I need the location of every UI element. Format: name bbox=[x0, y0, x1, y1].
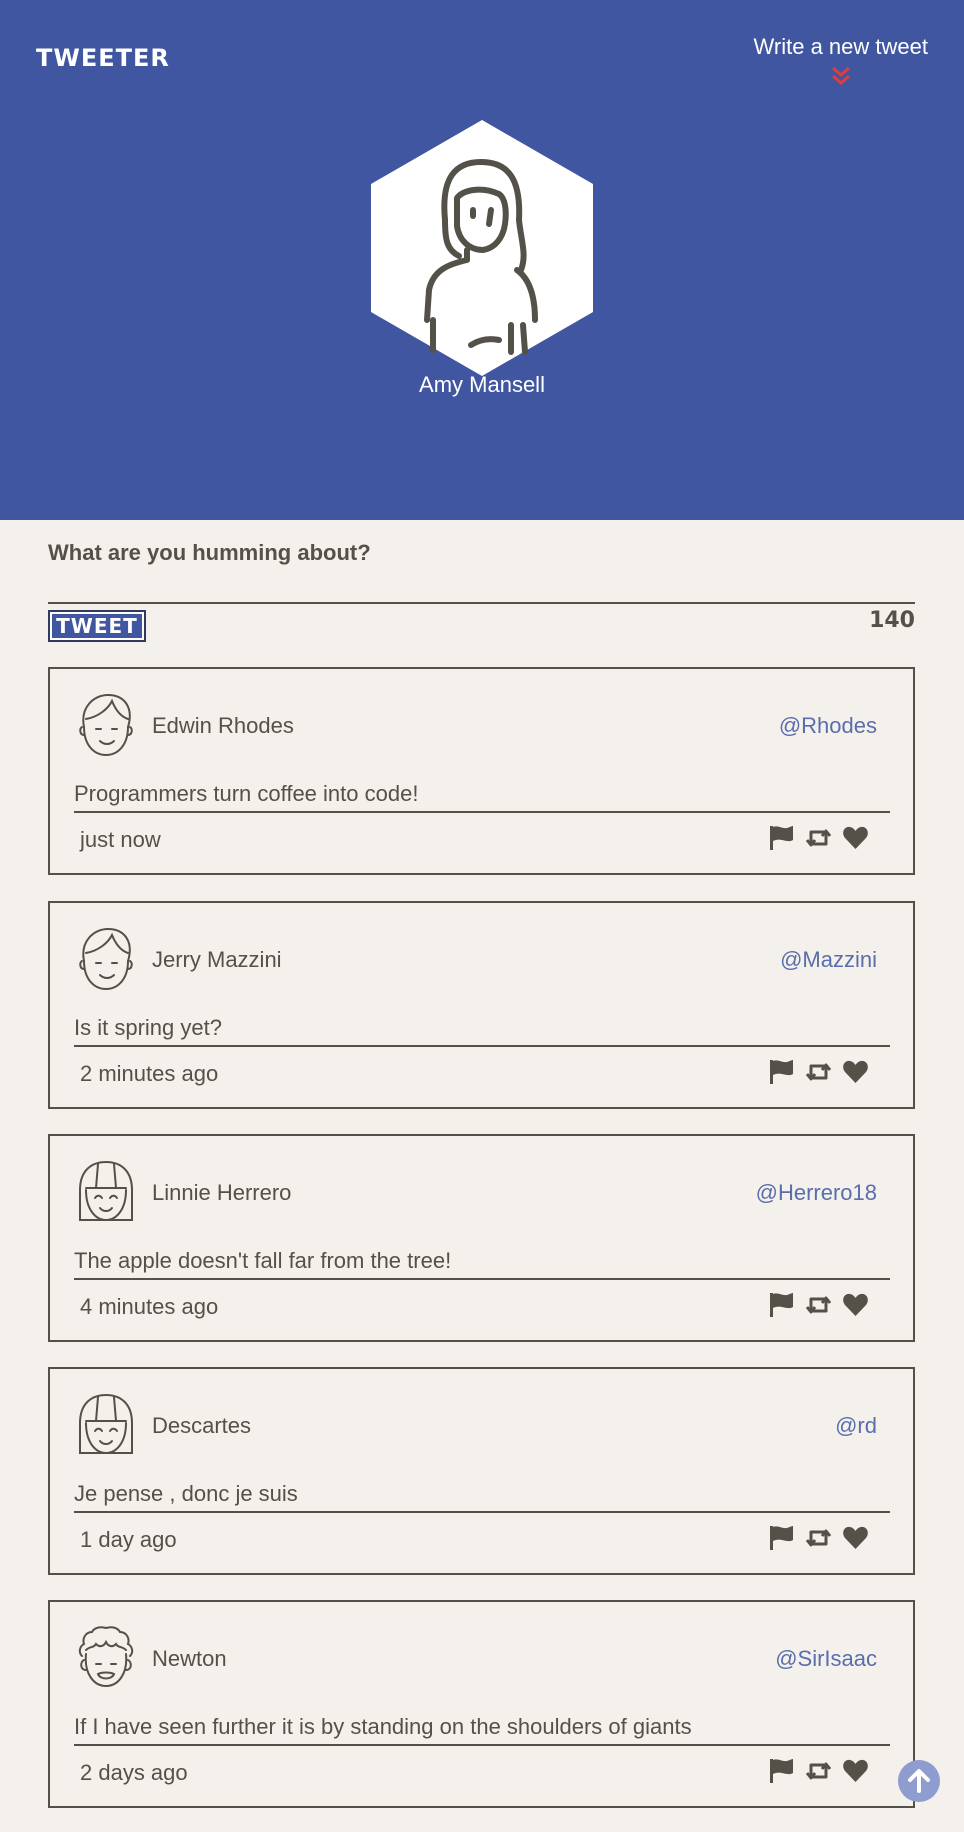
flag-icon[interactable] bbox=[768, 1758, 795, 1784]
retweet-icon[interactable] bbox=[805, 1292, 832, 1318]
heart-icon[interactable] bbox=[842, 1059, 869, 1085]
flag-icon[interactable] bbox=[768, 1525, 795, 1551]
heart-icon[interactable] bbox=[842, 1292, 869, 1318]
tweet-submit-button[interactable]: TWEET bbox=[48, 610, 146, 642]
heart-icon[interactable] bbox=[842, 825, 869, 851]
retweet-icon[interactable] bbox=[805, 1758, 832, 1784]
female-avatar-icon bbox=[371, 120, 593, 376]
tweet-timestamp: just now bbox=[80, 827, 161, 852]
flag-icon[interactable] bbox=[768, 825, 795, 851]
compose-question-label: What are you humming about? bbox=[48, 540, 371, 565]
tweet-timestamp: 2 minutes ago bbox=[80, 1061, 219, 1086]
tweet-author-handle[interactable]: @Mazzini bbox=[780, 947, 877, 973]
write-new-tweet-label[interactable]: Write a new tweet bbox=[754, 34, 928, 60]
curly-hair-face-icon bbox=[78, 1626, 134, 1688]
tweet-actions bbox=[768, 1059, 869, 1085]
retweet-icon[interactable] bbox=[805, 825, 832, 851]
profile-name: Amy Mansell bbox=[419, 372, 545, 397]
tweet-text: The apple doesn't fall far from the tree… bbox=[74, 1248, 890, 1280]
tweet-author-handle[interactable]: @Herrero18 bbox=[756, 1180, 877, 1206]
retweet-icon[interactable] bbox=[805, 1059, 832, 1085]
tweet-author-name: Newton bbox=[152, 1646, 227, 1671]
tweet-card: Edwin Rhodes @Rhodes Programmers turn co… bbox=[48, 667, 915, 875]
female-face-icon bbox=[79, 1393, 133, 1455]
tweet-card: Linnie Herrero @Herrero18 The apple does… bbox=[48, 1134, 915, 1342]
tweet-timestamp: 1 day ago bbox=[80, 1527, 177, 1552]
tweet-card: Newton @SirIsaac If I have seen further … bbox=[48, 1600, 915, 1808]
retweet-icon[interactable] bbox=[805, 1525, 832, 1551]
tweet-author-handle[interactable]: @rd bbox=[835, 1413, 877, 1439]
arrow-up-icon[interactable] bbox=[898, 1760, 940, 1802]
tweet-text: Je pense , donc je suis bbox=[74, 1481, 890, 1513]
flag-icon[interactable] bbox=[768, 1292, 795, 1318]
tweet-actions bbox=[768, 825, 869, 851]
tweet-input[interactable] bbox=[48, 572, 915, 604]
tweet-card: Jerry Mazzini @Mazzini Is it spring yet?… bbox=[48, 901, 915, 1109]
flag-icon[interactable] bbox=[768, 1059, 795, 1085]
heart-icon[interactable] bbox=[842, 1758, 869, 1784]
tweet-text: Is it spring yet? bbox=[74, 1015, 890, 1047]
write-new-tweet-toggle[interactable]: Write a new tweet bbox=[754, 34, 928, 86]
tweet-author-name: Linnie Herrero bbox=[152, 1180, 292, 1205]
tweet-card: Descartes @rd Je pense , donc je suis 1 … bbox=[48, 1367, 915, 1575]
tweet-actions bbox=[768, 1758, 869, 1784]
profile-avatar bbox=[371, 120, 593, 376]
character-counter: 140 bbox=[869, 608, 915, 633]
profile-header: TWEETER Write a new tweet Amy Mansell bbox=[0, 0, 964, 520]
compose-tweet-section: What are you humming about? TWEET 140 bbox=[48, 540, 915, 642]
tweet-author-name: Edwin Rhodes bbox=[152, 713, 294, 738]
heart-icon[interactable] bbox=[842, 1525, 869, 1551]
tweet-author-name: Descartes bbox=[152, 1413, 252, 1438]
tweet-timestamp: 4 minutes ago bbox=[80, 1294, 219, 1319]
female-face-icon bbox=[79, 1160, 133, 1222]
tweet-text: If I have seen further it is by standing… bbox=[74, 1714, 890, 1746]
scroll-to-top-button[interactable] bbox=[898, 1760, 940, 1802]
tweet-actions bbox=[768, 1525, 869, 1551]
tweet-author-name: Jerry Mazzini bbox=[152, 947, 282, 972]
tweet-actions bbox=[768, 1292, 869, 1318]
tweet-timestamp: 2 days ago bbox=[80, 1760, 188, 1785]
tweet-text: Programmers turn coffee into code! bbox=[74, 781, 890, 813]
tweet-author-handle[interactable]: @Rhodes bbox=[779, 713, 877, 739]
double-chevron-down-icon[interactable] bbox=[830, 66, 852, 86]
male-face-icon bbox=[79, 927, 133, 991]
tweet-author-handle[interactable]: @SirIsaac bbox=[775, 1646, 877, 1672]
male-face-icon bbox=[79, 693, 133, 757]
app-logo[interactable]: TWEETER bbox=[36, 44, 170, 72]
